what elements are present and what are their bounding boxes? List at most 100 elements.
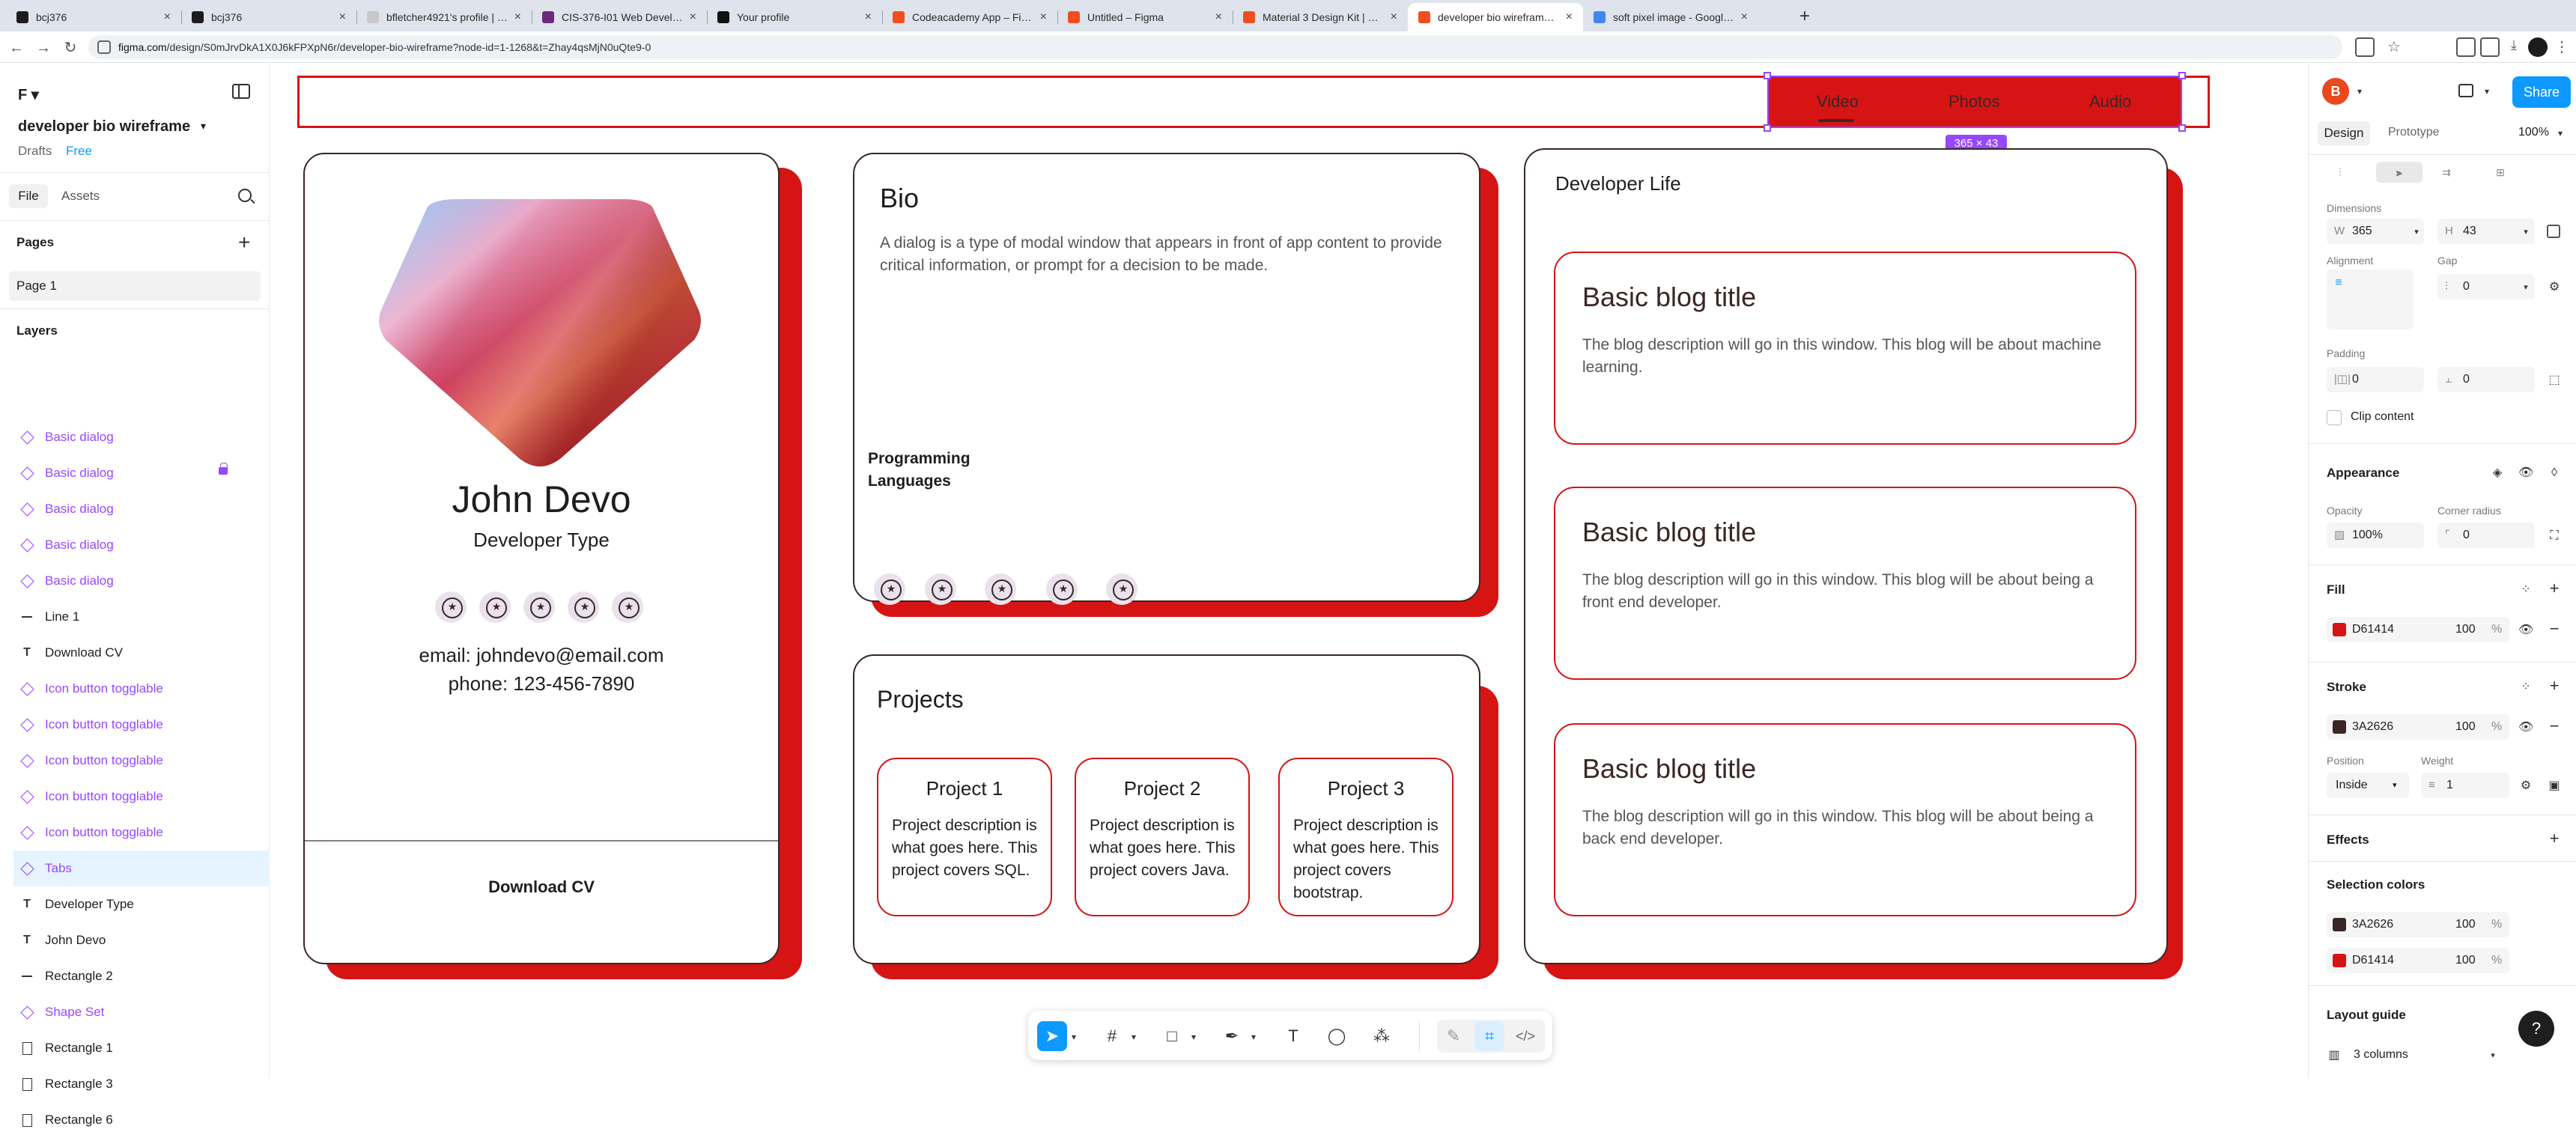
bio-card[interactable] <box>853 153 1480 602</box>
close-icon[interactable]: × <box>1215 10 1222 24</box>
text-tool-icon[interactable]: T <box>1278 1021 1308 1051</box>
layer-row[interactable]: Rectangle 1 <box>0 1030 270 1066</box>
install-app-icon[interactable] <box>2355 37 2375 57</box>
layer-row[interactable]: Icon button togglable <box>0 743 270 779</box>
layer-row[interactable]: Icon button togglable <box>0 707 270 743</box>
resize-handle[interactable] <box>2178 124 2186 132</box>
layer-row[interactable]: Basic dialog <box>0 563 270 599</box>
browser-tab[interactable]: developer bio wireframe – Figm... × <box>1408 3 1583 31</box>
design-canvas[interactable]: Video Photos Audio 365 × 43 John Devo De… <box>270 63 2307 1078</box>
actions-tool-icon[interactable]: ⁂ <box>1367 1021 1397 1051</box>
browser-tab[interactable]: bfletcher4921's profile | Codec... × <box>356 3 532 31</box>
add-fill-icon[interactable]: + <box>2547 580 2562 597</box>
project-card[interactable]: Project 1 Project description is what go… <box>877 758 1052 916</box>
page-item[interactable]: Page 1 <box>9 271 261 301</box>
selection-swatch[interactable] <box>2333 954 2346 967</box>
icon-button-toggle[interactable] <box>612 591 643 623</box>
add-stroke-icon[interactable]: + <box>2547 678 2562 694</box>
tab-photos[interactable]: Photos <box>1948 92 2000 112</box>
stroke-swatch[interactable] <box>2333 720 2346 734</box>
resize-handle[interactable] <box>1764 72 1771 79</box>
browser-tab[interactable]: bcj376 × <box>181 3 356 31</box>
chevron-down-icon[interactable]: ▾ <box>1191 1032 1196 1042</box>
project-card[interactable]: Project 3 Project description is what go… <box>1278 758 1453 916</box>
icon-button-toggle[interactable] <box>479 591 511 623</box>
stroke-sides-icon[interactable]: ▣ <box>2547 779 2562 794</box>
icon-button-toggle[interactable] <box>1106 573 1137 605</box>
horizontal-padding-field[interactable]: |◫| 0 <box>2327 367 2424 392</box>
toggle-sidebar-icon[interactable] <box>232 84 250 99</box>
reload-button[interactable]: ↻ <box>60 37 81 58</box>
layer-row[interactable]: Basic dialog <box>0 419 270 455</box>
resize-handle[interactable] <box>1764 124 1771 132</box>
chevron-down-icon[interactable]: ▾ <box>2352 84 2367 99</box>
browser-tab[interactable]: bcj376 × <box>6 3 181 31</box>
close-icon[interactable]: × <box>1741 10 1748 24</box>
icon-button-toggle[interactable] <box>568 591 599 623</box>
search-icon[interactable] <box>238 189 252 202</box>
browser-tab[interactable]: Codeacademy App – Figma × <box>882 3 1057 31</box>
close-icon[interactable]: × <box>1391 10 1397 24</box>
chevron-down-icon[interactable]: ▾ <box>2553 126 2568 141</box>
horizontal-layout-icon[interactable]: ⇉ <box>2439 165 2454 180</box>
file-name[interactable]: developer bio wireframe <box>18 118 190 136</box>
layer-row[interactable]: Developer Type <box>0 886 270 922</box>
help-button[interactable]: ? <box>2518 1011 2554 1047</box>
remove-stroke-icon[interactable]: − <box>2547 718 2562 734</box>
download-cv-button[interactable]: Download CV <box>303 877 780 897</box>
layer-row[interactable]: Rectangle 3 <box>0 1066 270 1102</box>
clip-content-checkbox[interactable] <box>2327 410 2342 425</box>
close-icon[interactable]: × <box>865 10 872 24</box>
advanced-layout-icon[interactable]: ⚙ <box>2547 280 2562 295</box>
tab-video[interactable]: Video <box>1817 92 1859 112</box>
design-mode-icon[interactable]: ⌗ <box>1474 1021 1504 1051</box>
tab-assets[interactable]: Assets <box>61 184 100 208</box>
add-page-icon[interactable]: + <box>238 231 250 255</box>
selection-color-field[interactable]: 3A2626 100 % <box>2327 912 2509 937</box>
move-tool-icon[interactable]: ➤ <box>1037 1021 1067 1051</box>
back-button[interactable]: ← <box>6 37 27 58</box>
chevron-down-icon[interactable]: ▾ <box>201 120 206 133</box>
layer-row[interactable]: Icon button togglable <box>0 815 270 851</box>
extension-icon[interactable] <box>2456 37 2476 57</box>
eye-icon[interactable]: 👁 <box>2518 720 2533 735</box>
browser-tab[interactable]: Your profile × <box>707 3 882 31</box>
layer-row[interactable]: Basic dialog <box>0 491 270 527</box>
stroke-position-select[interactable]: Inside ▾ <box>2327 773 2409 798</box>
align-left-icon[interactable]: ⫶ <box>2333 165 2348 180</box>
eye-icon[interactable]: 👁 <box>2518 623 2533 638</box>
comment-tool-icon[interactable]: ◯ <box>1322 1021 1352 1051</box>
site-info-icon[interactable] <box>97 40 111 54</box>
layer-row[interactable]: Tabs <box>13 851 270 886</box>
eye-icon[interactable]: 👁 <box>2518 466 2533 481</box>
layer-row[interactable]: Rectangle 2 <box>0 958 270 994</box>
selection-color-field[interactable]: D61414 100 % <box>2327 948 2509 973</box>
styles-grid-icon[interactable]: ⁘ <box>2518 582 2533 597</box>
layer-row[interactable]: Shape Set <box>0 994 270 1030</box>
drafts-link[interactable]: Drafts <box>18 144 52 159</box>
blog-card[interactable]: Basic blog title The blog description wi… <box>1554 487 2136 680</box>
corner-radius-field[interactable]: ⌜ 0 <box>2437 523 2535 548</box>
layer-row[interactable]: Rectangle 6 <box>0 1102 270 1138</box>
tab-audio[interactable]: Audio <box>2089 92 2131 112</box>
browser-menu-icon[interactable]: ⋮ <box>2552 37 2572 57</box>
side-panel-icon[interactable] <box>2480 37 2500 57</box>
frame-tool-icon[interactable]: # <box>1097 1021 1127 1051</box>
fill-color-field[interactable]: D61414 100 % <box>2327 617 2509 642</box>
vertical-padding-field[interactable]: ⫠ 0 <box>2437 367 2535 392</box>
layer-row[interactable]: Basic dialog <box>0 455 270 491</box>
pen-tool-icon[interactable]: ✒ <box>1217 1021 1247 1051</box>
chevron-down-icon[interactable]: ▾ <box>2409 225 2424 240</box>
chevron-down-icon[interactable]: ▾ <box>1131 1032 1136 1042</box>
figma-main-menu[interactable]: F ▾ <box>18 85 39 104</box>
layout-guide-columns[interactable]: 3 columns <box>2354 1048 2408 1062</box>
chevron-down-icon[interactable]: ▾ <box>2485 1048 2500 1063</box>
vertical-layout-icon[interactable]: ⫸ <box>2376 162 2422 183</box>
close-icon[interactable]: × <box>1566 10 1573 24</box>
layer-row[interactable]: Download CV <box>0 635 270 671</box>
opacity-field[interactable]: ▨ 100% <box>2327 523 2424 548</box>
chevron-down-icon[interactable]: ▾ <box>1251 1032 1256 1042</box>
download-icon[interactable]: ⤓ <box>2504 37 2524 57</box>
tab-design[interactable]: Design <box>2318 121 2370 145</box>
url-field[interactable]: figma.com/design/S0mJrvDkA1X0J6kFPXpN6r/… <box>88 35 2342 59</box>
